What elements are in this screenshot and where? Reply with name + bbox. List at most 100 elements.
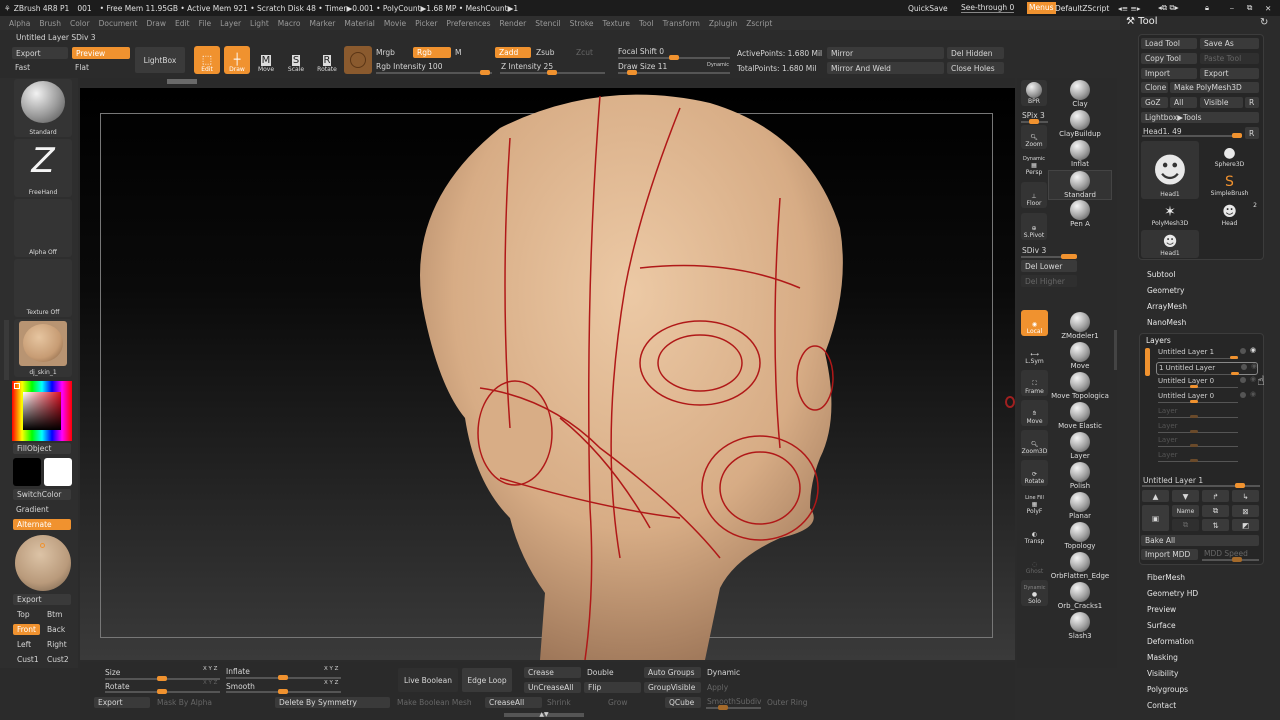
- menu-light[interactable]: Light: [250, 19, 269, 28]
- menu-marker[interactable]: Marker: [309, 19, 335, 28]
- smooth-slider[interactable]: [226, 689, 341, 694]
- goz-visible-button[interactable]: Visible: [1200, 97, 1243, 108]
- dynamic-subdiv-button[interactable]: Dynamic: [707, 668, 740, 677]
- persp-button[interactable]: Dynamic ▦ Persp: [1021, 153, 1047, 177]
- lsym-button[interactable]: ⟷ L.Sym: [1021, 340, 1048, 366]
- copy-tool-button[interactable]: Copy Tool: [1141, 53, 1197, 64]
- goz-button[interactable]: GoZ: [1141, 97, 1168, 108]
- tool-r-button[interactable]: R: [1245, 127, 1259, 139]
- rotate-mode-button[interactable]: R Rotate: [314, 46, 340, 74]
- layer-row[interactable]: Layer: [1156, 450, 1258, 463]
- ghost-button[interactable]: ◌ Ghost: [1021, 550, 1048, 576]
- zoom-button[interactable]: 🔍︎ Zoom: [1021, 125, 1047, 149]
- layer-row[interactable]: Layer: [1156, 406, 1258, 419]
- stroke-selector[interactable]: Z FreeHand: [14, 139, 72, 197]
- inflate-xyz-toggle[interactable]: X Y Z: [324, 666, 338, 672]
- light-sphere[interactable]: [15, 535, 71, 591]
- layer-intensity-knob[interactable]: [1235, 483, 1245, 488]
- shrink-button[interactable]: Shrink: [547, 698, 571, 707]
- layer-split-button[interactable]: ⧉: [1172, 519, 1199, 531]
- sdiv-knob[interactable]: [1061, 254, 1077, 259]
- view-left[interactable]: Left: [13, 639, 40, 650]
- brush-zmodeler1[interactable]: ZModeler1: [1048, 312, 1112, 340]
- smooth-subdiv-knob[interactable]: [718, 705, 728, 710]
- rotate-slider[interactable]: [105, 689, 220, 694]
- material-selector[interactable]: dj_skin_1: [14, 319, 72, 377]
- load-tool-button[interactable]: Load Tool: [1141, 38, 1197, 49]
- draw-size-slider[interactable]: [618, 70, 730, 75]
- tool-export-button[interactable]: Export: [1200, 68, 1259, 79]
- smooth-subdiv-slider[interactable]: [706, 705, 761, 710]
- section-contact[interactable]: Contact: [1147, 701, 1176, 710]
- tool-selector-slider[interactable]: [1142, 133, 1242, 138]
- menu-color[interactable]: Color: [70, 19, 90, 28]
- z-intensity-knob[interactable]: [547, 70, 557, 75]
- brush-topology[interactable]: Topology: [1048, 522, 1112, 550]
- section-arraymesh[interactable]: ArrayMesh: [1147, 302, 1187, 311]
- mdd-speed-knob[interactable]: [1232, 557, 1242, 562]
- close-icon[interactable]: ✕: [1265, 4, 1271, 13]
- draw-size-knob[interactable]: [627, 70, 637, 75]
- uncrease-all-button[interactable]: UnCreaseAll: [524, 682, 581, 693]
- group-visible-button[interactable]: GroupVisible: [644, 682, 701, 693]
- menu-render[interactable]: Render: [500, 19, 527, 28]
- brush-palette-scrollbar[interactable]: [1114, 330, 1117, 370]
- new-layer-button[interactable]: ▣: [1142, 505, 1169, 531]
- crease-button[interactable]: Crease: [524, 667, 581, 678]
- layer-row[interactable]: 1 Untitled Layer ◉: [1156, 361, 1258, 375]
- preview-button[interactable]: Preview: [72, 47, 130, 59]
- view-back[interactable]: Back: [43, 624, 70, 635]
- apply-button[interactable]: Apply: [707, 683, 728, 692]
- import-button[interactable]: Import: [1141, 68, 1197, 79]
- section-geometry-hd[interactable]: Geometry HD: [1147, 589, 1198, 598]
- zcut-button[interactable]: Zcut: [576, 48, 593, 57]
- see-through-slider[interactable]: See-through 0: [961, 3, 1015, 13]
- record-toggle-icon[interactable]: [1240, 348, 1246, 354]
- mirror-and-weld-button[interactable]: Mirror And Weld: [827, 62, 944, 74]
- menu-draw[interactable]: Draw: [146, 19, 166, 28]
- move-layer-down-button[interactable]: ▼: [1172, 490, 1199, 502]
- layer-swap-button[interactable]: ⇅: [1202, 519, 1229, 531]
- solo-button[interactable]: Dynamic ● Solo: [1021, 580, 1048, 606]
- save-as-button[interactable]: Save As: [1200, 38, 1259, 49]
- brush-inflat[interactable]: Inflat: [1048, 140, 1112, 168]
- view-cust2[interactable]: Cust2: [43, 654, 70, 665]
- menu-zplugin[interactable]: Zplugin: [709, 19, 737, 28]
- layer-strength-slider[interactable]: [1158, 444, 1238, 448]
- zoom3d-button[interactable]: 🔍︎ Zoom3D: [1021, 430, 1048, 456]
- tool-thumb-polymesh3d[interactable]: ✶ PolyMesh3D: [1141, 200, 1199, 228]
- inflate-knob[interactable]: [278, 675, 288, 680]
- crease-all-button[interactable]: CreaseAll: [485, 697, 542, 708]
- fill-object-button[interactable]: FillObject: [13, 443, 71, 454]
- menu-brush[interactable]: Brush: [39, 19, 61, 28]
- smooth-knob[interactable]: [278, 689, 288, 694]
- view-btm[interactable]: Btm: [43, 609, 70, 620]
- layer-merge-button[interactable]: ↳: [1232, 490, 1259, 502]
- lightbox-tools-button[interactable]: Lightbox▶Tools: [1141, 112, 1259, 123]
- menu-texture[interactable]: Texture: [603, 19, 630, 28]
- focal-shift-slider[interactable]: [618, 55, 730, 60]
- left-shelf-scrollbar[interactable]: [4, 320, 9, 380]
- make-boolean-mesh-button[interactable]: Make Boolean Mesh: [397, 698, 472, 707]
- tool-thumb-head[interactable]: ☻ Head 2: [1200, 200, 1259, 228]
- move-mode-button[interactable]: M Move: [254, 46, 278, 74]
- rotate-knob[interactable]: [157, 689, 167, 694]
- layer-row[interactable]: Layer: [1156, 435, 1258, 448]
- del-higher-button[interactable]: Del Higher: [1021, 275, 1077, 287]
- live-boolean-button[interactable]: Live Boolean: [398, 668, 458, 692]
- layer-row[interactable]: Layer: [1156, 421, 1258, 434]
- menu-movie[interactable]: Movie: [384, 19, 406, 28]
- z-intensity-slider[interactable]: [500, 70, 605, 75]
- section-deformation[interactable]: Deformation: [1147, 637, 1194, 646]
- visibility-eye-icon[interactable]: ◉: [1250, 375, 1256, 383]
- menu-material[interactable]: Material: [344, 19, 374, 28]
- move-view-button[interactable]: ✋︎ Move: [1021, 400, 1048, 426]
- menu-stencil[interactable]: Stencil: [535, 19, 560, 28]
- lock-icon[interactable]: 🔒︎: [1205, 3, 1209, 13]
- size-knob[interactable]: [157, 676, 167, 681]
- brush-pen-a[interactable]: Pen A: [1048, 200, 1112, 228]
- texture-selector[interactable]: Texture Off: [14, 259, 72, 317]
- section-preview[interactable]: Preview: [1147, 605, 1176, 614]
- canvas-scroll-thumb[interactable]: [167, 79, 197, 84]
- edge-loop-button[interactable]: Edge Loop: [462, 668, 512, 692]
